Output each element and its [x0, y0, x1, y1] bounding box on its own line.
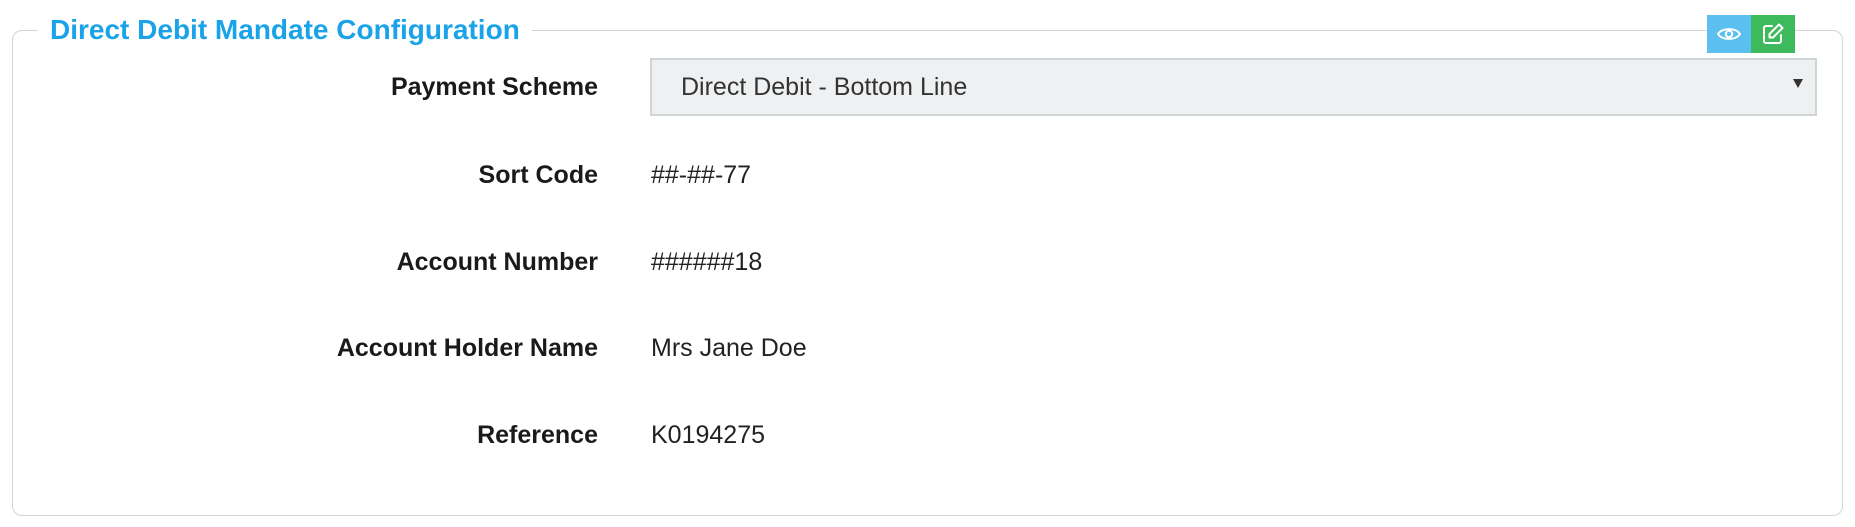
account-number-label: Account Number [396, 248, 598, 276]
reference-label: Reference [477, 421, 598, 449]
form-row-reference: Reference K0194275 [0, 415, 1855, 455]
account-holder-name-value: Mrs Jane Doe [651, 334, 807, 362]
payment-scheme-label: Payment Scheme [390, 73, 598, 101]
account-holder-name-label: Account Holder Name [336, 334, 598, 362]
payment-scheme-select[interactable]: Direct Debit - Bottom Line [650, 58, 1817, 116]
reference-value: K0194275 [651, 421, 766, 449]
form-row-sort-code: Sort Code ##-##-77 [0, 155, 1855, 195]
sort-code-label: Sort Code [478, 161, 598, 189]
edit-icon [1761, 22, 1785, 46]
view-button[interactable] [1707, 15, 1751, 53]
panel-actions [1707, 15, 1795, 53]
sort-code-value: ##-##-77 [651, 161, 752, 189]
payment-scheme-selected-value: Direct Debit - Bottom Line [681, 73, 968, 101]
form-row-account-holder-name: Account Holder Name Mrs Jane Doe [0, 328, 1855, 368]
account-number-value: ######18 [651, 248, 763, 276]
panel-title: Direct Debit Mandate Configuration [38, 10, 532, 50]
edit-button[interactable] [1751, 15, 1795, 53]
form-row-account-number: Account Number ######18 [0, 242, 1855, 282]
eye-icon [1717, 26, 1741, 42]
chevron-down-icon [1793, 79, 1803, 88]
